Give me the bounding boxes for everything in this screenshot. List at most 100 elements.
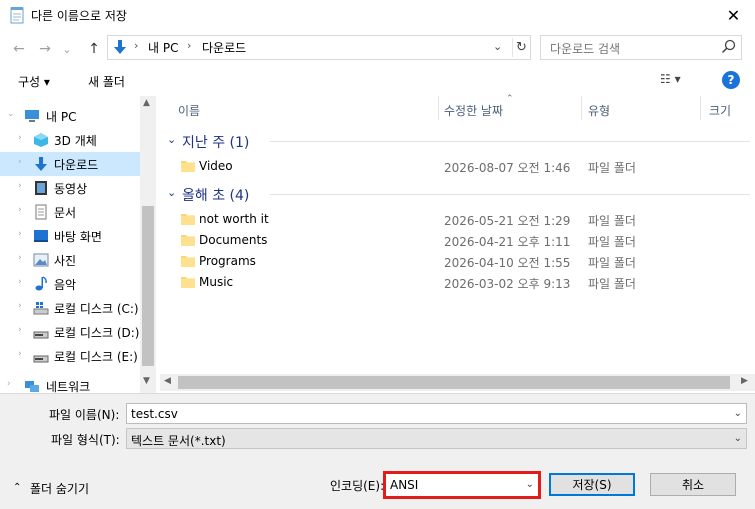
scroll-right-arrow-icon[interactable]: ▶ xyxy=(741,376,748,386)
command-bar: 구성 ▾ 새 폴더 ☷ ▾ ? xyxy=(0,65,755,96)
file-name: Music xyxy=(199,275,234,289)
filetype-label: 파일 형식(T): xyxy=(51,433,120,447)
change-view-button[interactable]: ☷ ▾ xyxy=(660,72,681,86)
scrollbar-thumb[interactable] xyxy=(178,376,730,389)
address-history-dropdown[interactable]: ⌄ xyxy=(493,40,502,53)
navigation-scrollbar[interactable]: ▲ ▼ xyxy=(140,96,156,393)
address-bar[interactable]: › 내 PC › 다운로드 ⌄ ↻ xyxy=(107,35,531,60)
chevron-down-icon[interactable]: ⌄ xyxy=(167,133,176,146)
organize-button[interactable]: 구성 ▾ xyxy=(18,73,50,90)
folder-icon xyxy=(181,277,195,288)
download-icon xyxy=(114,40,126,54)
sidebar-item-local-disk-d[interactable]: › 로컬 디스크 (D:) xyxy=(0,320,140,344)
sidebar-item-local-disk-c[interactable]: › 로컬 디스크 (C:) xyxy=(0,296,140,320)
cancel-button[interactable]: 취소 xyxy=(650,473,736,496)
window-title: 다른 이름으로 저장 xyxy=(31,9,127,23)
forward-button[interactable]: → xyxy=(35,39,55,59)
sidebar-item-desktop[interactable]: › 바탕 화면 xyxy=(0,224,140,248)
breadcrumb-downloads[interactable]: 다운로드 xyxy=(202,39,246,56)
music-icon xyxy=(35,276,47,291)
folder-icon xyxy=(181,256,195,267)
close-icon: ✕ xyxy=(726,6,741,25)
drive-icon xyxy=(33,355,49,363)
sidebar-item-3d-objects[interactable]: › 3D 개체 xyxy=(0,128,140,152)
chevron-right-icon[interactable]: › xyxy=(7,379,11,389)
file-row[interactable]: Video 2026-08-07 오전 1:46 파일 폴더 xyxy=(160,156,740,177)
column-header-size[interactable]: 크기 xyxy=(709,102,731,119)
chevron-right-icon[interactable]: › xyxy=(18,181,22,191)
search-input[interactable]: 다운로드 검색 xyxy=(540,35,742,60)
chevron-down-icon[interactable]: ⌄ xyxy=(526,479,534,490)
breadcrumb-this-pc[interactable]: 내 PC xyxy=(148,39,178,56)
file-row[interactable]: Programs 2026-04-10 오전 1:55 파일 폴더 xyxy=(160,251,740,272)
sidebar-item-local-disk-e[interactable]: › 로컬 디스크 (E:) xyxy=(0,344,140,368)
sidebar-item-this-pc[interactable]: ⌄ 내 PC xyxy=(0,104,140,128)
chevron-right-icon[interactable]: › xyxy=(18,205,22,215)
group-header-last-week[interactable]: 지난 주 (1) xyxy=(182,132,249,152)
navigation-bar: ← → ⌄ ↑ › 내 PC › 다운로드 ⌄ ↻ 다운로드 검색 xyxy=(0,31,755,65)
horizontal-scrollbar[interactable]: ◀ ▶ xyxy=(160,374,755,391)
pc-icon xyxy=(25,110,39,122)
chevron-right-icon[interactable]: › xyxy=(18,229,22,239)
windows-drive-icon xyxy=(33,302,49,315)
group-header-earlier-this-year[interactable]: 올해 초 (4) xyxy=(182,185,249,205)
column-header-type[interactable]: 유형 xyxy=(588,102,610,119)
sidebar-item-network[interactable]: › 네트워크 xyxy=(0,374,140,393)
file-name: Documents xyxy=(199,233,268,247)
column-divider[interactable] xyxy=(438,96,439,120)
chevron-down-icon[interactable]: ⌄ xyxy=(167,186,176,199)
column-header-date-modified[interactable]: 수정한 날짜 xyxy=(444,102,503,119)
filename-value: test.csv xyxy=(131,407,178,421)
chevron-right-icon[interactable]: › xyxy=(18,133,22,143)
scroll-down-arrow-icon[interactable]: ▼ xyxy=(143,376,150,386)
title-bar: 다른 이름으로 저장 ✕ xyxy=(0,0,755,31)
group-divider xyxy=(270,141,750,142)
back-button[interactable]: ← xyxy=(9,39,29,59)
column-divider[interactable] xyxy=(700,96,701,120)
sidebar-item-videos[interactable]: › 동영상 xyxy=(0,176,140,200)
chevron-down-icon[interactable]: ⌄ xyxy=(7,109,15,119)
save-button[interactable]: 저장(S) xyxy=(549,473,635,496)
encoding-value: ANSI xyxy=(390,478,419,492)
chevron-right-icon[interactable]: › xyxy=(18,253,22,263)
chevron-right-icon[interactable]: › xyxy=(18,157,22,167)
file-row[interactable]: Music 2026-03-02 오후 9:13 파일 폴더 xyxy=(160,272,740,293)
chevron-right-icon[interactable]: › xyxy=(18,301,22,311)
column-divider[interactable] xyxy=(581,96,582,120)
scrollbar-thumb[interactable] xyxy=(142,206,154,366)
help-button[interactable]: ? xyxy=(722,71,740,89)
sidebar-item-downloads[interactable]: › 다운로드 xyxy=(0,152,140,176)
file-row[interactable]: not worth it 2026-05-21 오전 1:29 파일 폴더 xyxy=(160,209,740,230)
up-button[interactable]: ↑ xyxy=(84,39,104,59)
chevron-up-icon[interactable]: ⌃ xyxy=(13,482,21,493)
file-date: 2026-04-10 오전 1:55 xyxy=(444,256,571,270)
save-form: 파일 이름(N): test.csv ⌄ 파일 형식(T): 텍스트 문서(*.… xyxy=(0,393,755,509)
encoding-select[interactable]: ANSI ⌄ xyxy=(383,471,541,499)
hide-folders-button[interactable]: 폴더 숨기기 xyxy=(30,480,89,497)
new-folder-button[interactable]: 새 폴더 xyxy=(88,73,125,90)
chevron-right-icon[interactable]: › xyxy=(18,325,22,335)
sidebar-item-documents[interactable]: › 문서 xyxy=(0,200,140,224)
refresh-button[interactable]: ↻ xyxy=(512,38,530,57)
filetype-select[interactable]: 텍스트 문서(*.txt) ⌄ xyxy=(126,428,747,449)
chevron-right-icon[interactable]: › xyxy=(18,349,22,359)
scroll-up-arrow-icon[interactable]: ▲ xyxy=(143,98,150,108)
chevron-down-icon[interactable]: ⌄ xyxy=(734,408,742,419)
chevron-right-icon[interactable]: › xyxy=(18,277,22,287)
file-row[interactable]: Documents 2026-04-21 오후 1:11 파일 폴더 xyxy=(160,230,740,251)
recent-locations-button[interactable]: ⌄ xyxy=(60,39,74,59)
close-button[interactable]: ✕ xyxy=(712,0,755,31)
file-list: 이름 수정한 날짜 ⌃ 유형 크기 ⌄ 지난 주 (1) Video 2026-… xyxy=(160,94,755,393)
folder-icon xyxy=(181,161,195,172)
sidebar-item-music[interactable]: › 음악 xyxy=(0,272,140,296)
chevron-down-icon[interactable]: ⌄ xyxy=(734,433,742,444)
filename-input[interactable]: test.csv ⌄ xyxy=(126,403,747,424)
column-header-name[interactable]: 이름 xyxy=(178,102,200,119)
file-date: 2026-03-02 오후 9:13 xyxy=(444,277,571,291)
sort-indicator-icon: ⌃ xyxy=(506,94,514,104)
3d-objects-icon xyxy=(34,133,48,147)
sidebar-item-pictures[interactable]: › 사진 xyxy=(0,248,140,272)
back-arrow-icon: ← xyxy=(13,41,25,57)
scroll-left-arrow-icon[interactable]: ◀ xyxy=(164,376,171,386)
folder-icon xyxy=(181,235,195,246)
